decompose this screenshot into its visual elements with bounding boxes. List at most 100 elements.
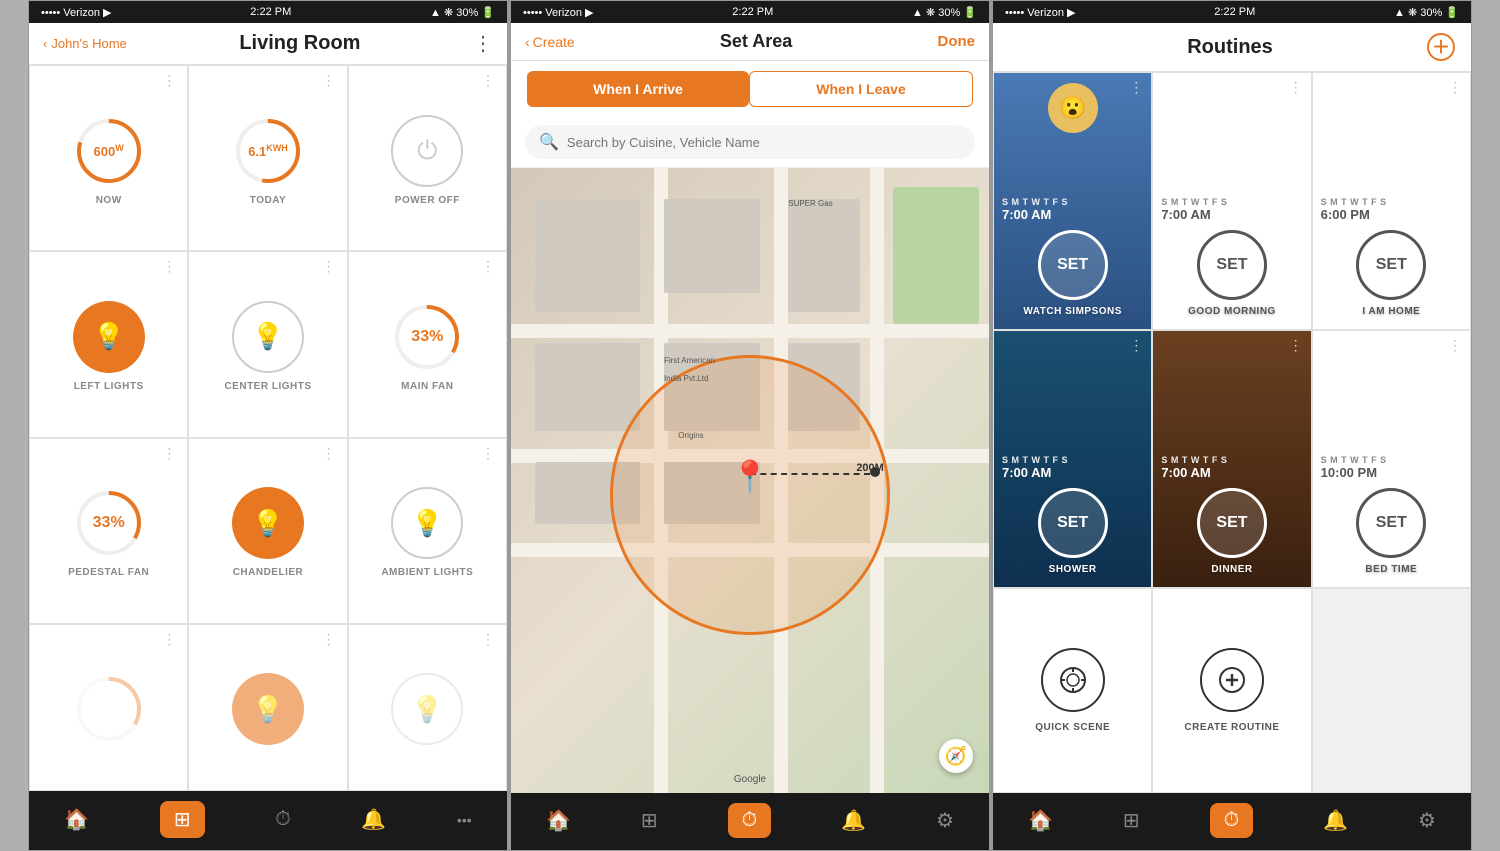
cell-dots-fan[interactable]: ⋮: [481, 258, 496, 275]
left-lights-icon: 💡: [73, 301, 145, 373]
nav-bell-2[interactable]: 🔔: [841, 808, 866, 833]
card-dots-shower[interactable]: ⋮: [1129, 337, 1143, 354]
carrier-3: ••••• Verizon ▶: [1005, 6, 1076, 19]
nav-grid-3[interactable]: ⊞: [1123, 808, 1140, 833]
when-leave-btn[interactable]: When I Leave: [749, 71, 973, 107]
back-button-2[interactable]: ‹ Create: [525, 34, 575, 50]
card-dots-morning[interactable]: ⋮: [1289, 79, 1303, 96]
cell-center-lights[interactable]: ⋮ 💡 CENTER LIGHTS: [188, 251, 347, 437]
cell-main-fan[interactable]: ⋮ 33% MAIN FAN: [348, 251, 507, 437]
shower-set-btn[interactable]: SET: [1038, 488, 1108, 558]
cell-dots-now[interactable]: ⋮: [162, 72, 177, 89]
gauge-pedestal: 33%: [73, 487, 145, 559]
cell-dots-r41[interactable]: ⋮: [162, 631, 177, 648]
cell-dots-power[interactable]: ⋮: [481, 72, 496, 89]
nav-grid-1[interactable]: ⊞: [160, 801, 205, 838]
device-grid: ⋮ 600W NOW ⋮ 6.1KWH: [29, 65, 507, 791]
card-dots-dinner[interactable]: ⋮: [1289, 337, 1303, 354]
nav-home-1[interactable]: 🏠: [64, 807, 89, 832]
routine-good-morning[interactable]: ⋮ S M T W T F S 7:00 AM SET GOOD MORNING: [1152, 72, 1311, 330]
card-dots-home[interactable]: ⋮: [1448, 79, 1462, 96]
cell-dots-chandelier[interactable]: ⋮: [322, 445, 337, 462]
cell-dots-r42[interactable]: ⋮: [322, 631, 337, 648]
quick-scene-card[interactable]: QUICK SCENE: [993, 588, 1152, 793]
bottom-nav-1: 🏠 ⊞ ⏱ 🔔 •••: [29, 791, 507, 850]
morning-days: S M T W T F S: [1153, 189, 1235, 207]
nav-home-2[interactable]: 🏠: [546, 808, 571, 833]
cell-dots-left[interactable]: ⋮: [162, 258, 177, 275]
nav-grid-2[interactable]: ⊞: [641, 808, 658, 833]
phone3-header: Routines +: [993, 23, 1471, 72]
cell-chandelier[interactable]: ⋮ 💡 CHANDELIER: [188, 438, 347, 624]
row4-2-icon: 💡: [232, 673, 304, 745]
nav-clock-1[interactable]: ⏱: [275, 808, 291, 831]
nav-more-1[interactable]: •••: [457, 812, 472, 828]
menu-dots-1[interactable]: ⋮: [473, 31, 493, 56]
map-label-1: First American: [664, 356, 715, 365]
create-routine-icon: [1217, 665, 1247, 695]
when-arrive-btn[interactable]: When I Arrive: [527, 71, 749, 107]
map-label-2: India Pvt.Ltd: [664, 374, 708, 383]
card-dots-simpsons[interactable]: ⋮: [1129, 79, 1143, 96]
simpsons-set-btn[interactable]: SET: [1038, 230, 1108, 300]
chandelier-icon: 💡: [232, 487, 304, 559]
nav-bell-3[interactable]: 🔔: [1323, 808, 1348, 833]
back-button-1[interactable]: ‹ John's Home: [43, 36, 127, 51]
page-title-1: Living Room: [239, 32, 360, 55]
cell-row4-1[interactable]: ⋮: [29, 624, 188, 791]
search-input[interactable]: [567, 135, 961, 150]
morning-time: 7:00 AM: [1153, 207, 1218, 222]
bed-name: BED TIME: [1365, 564, 1417, 575]
routine-bed-time[interactable]: ⋮ S M T W T F S 10:00 PM SET BED TIME: [1312, 330, 1471, 588]
cell-label-fan: MAIN FAN: [401, 381, 453, 392]
bed-set-btn[interactable]: SET: [1356, 488, 1426, 558]
bulb-icon-r42: 💡: [252, 694, 284, 725]
cell-label-center: CENTER LIGHTS: [224, 381, 311, 392]
nav-home-3[interactable]: 🏠: [1028, 808, 1053, 833]
nav-gear-2[interactable]: ⚙: [936, 808, 954, 833]
morning-set-btn[interactable]: SET: [1197, 230, 1267, 300]
time-3: 2:22 PM: [1214, 6, 1255, 18]
gauge-value-today: 6.1KWH: [248, 142, 288, 158]
cell-row4-2[interactable]: ⋮ 💡: [188, 624, 347, 791]
cell-today[interactable]: ⋮ 6.1KWH TODAY: [188, 65, 347, 251]
simpsons-name: WATCH SIMPSONS: [1023, 306, 1121, 317]
cell-now[interactable]: ⋮ 600W NOW: [29, 65, 188, 251]
morning-name: GOOD MORNING: [1188, 306, 1276, 317]
card-dots-bed[interactable]: ⋮: [1448, 337, 1462, 354]
gauge-value-fan: 33%: [411, 328, 443, 346]
nav-clock-3[interactable]: ⏱: [1210, 803, 1254, 838]
cell-dots-center[interactable]: ⋮: [322, 258, 337, 275]
create-routine-card[interactable]: CREATE ROUTINE: [1152, 588, 1311, 793]
cell-power-off[interactable]: ⋮ ⏻ POWER OFF: [348, 65, 507, 251]
nav-gear-3[interactable]: ⚙: [1418, 808, 1436, 833]
cell-label-pedestal: PEDESTAL FAN: [68, 567, 149, 578]
nav-bell-1[interactable]: 🔔: [361, 807, 386, 832]
routine-dinner[interactable]: ⋮ S M T W T F S 7:00 AM SET DINNER: [1152, 330, 1311, 588]
cell-label-left: LEFT LIGHTS: [74, 381, 144, 392]
cell-dots-ambient[interactable]: ⋮: [481, 445, 496, 462]
routine-i-am-home[interactable]: ⋮ S M T W T F S 6:00 PM SET I AM HOME: [1312, 72, 1471, 330]
routine-watch-simpsons[interactable]: 😮 ⋮ S M T W T F S 7:00 AM SET WATCH SIMP…: [993, 72, 1152, 330]
cell-dots-r43[interactable]: ⋮: [481, 631, 496, 648]
add-routine-button[interactable]: +: [1427, 33, 1455, 61]
status-bar-2: ••••• Verizon ▶ 2:22 PM ▲ ❋ 30% 🔋: [511, 1, 989, 23]
dinner-set-btn[interactable]: SET: [1197, 488, 1267, 558]
routine-shower[interactable]: ⋮ S M T W T F S 7:00 AM SET SHOWER: [993, 330, 1152, 588]
home-set-btn[interactable]: SET: [1356, 230, 1426, 300]
cell-dots-pedestal[interactable]: ⋮: [162, 445, 177, 462]
done-button[interactable]: Done: [937, 33, 975, 50]
cell-row4-3[interactable]: ⋮ 💡: [348, 624, 507, 791]
cell-ambient-lights[interactable]: ⋮ 💡 AMBIENT LIGHTS: [348, 438, 507, 624]
gauge-fan: 33%: [391, 301, 463, 373]
bulb-icon-left: 💡: [92, 321, 124, 352]
cell-left-lights[interactable]: ⋮ 💡 LEFT LIGHTS: [29, 251, 188, 437]
cell-dots-today[interactable]: ⋮: [322, 72, 337, 89]
compass-button[interactable]: 🧭: [939, 739, 973, 773]
nav-clock-2[interactable]: ⏱: [728, 803, 772, 838]
dinner-name: DINNER: [1211, 564, 1252, 575]
map-area[interactable]: 📍 200M First American India Pvt.Ltd Orig…: [511, 168, 989, 793]
status-bar-1: ••••• Verizon ▶ 2:22 PM ▲ ❋ 30% 🔋: [29, 1, 507, 23]
time-2: 2:22 PM: [732, 6, 773, 18]
cell-pedestal-fan[interactable]: ⋮ 33% PEDESTAL FAN: [29, 438, 188, 624]
